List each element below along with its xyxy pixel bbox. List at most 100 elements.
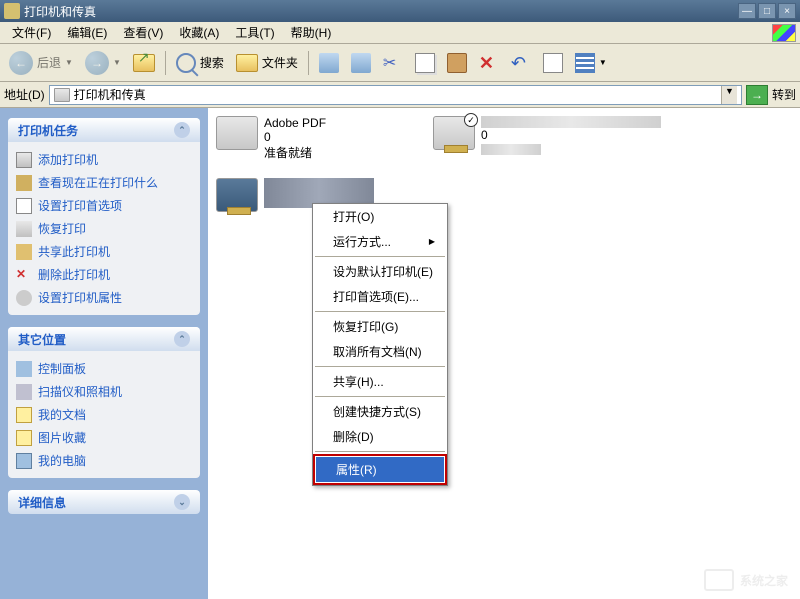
undo-button[interactable]: ↶ — [506, 48, 536, 78]
move-to-button[interactable] — [314, 48, 344, 78]
ctx-delete[interactable]: 删除(D) — [313, 424, 447, 449]
task-view-queue[interactable]: 查看现在正在打印什么 — [16, 171, 192, 194]
ctx-set-default[interactable]: 设为默认打印机(E) — [313, 259, 447, 284]
menu-bar: 文件(F) 编辑(E) 查看(V) 收藏(A) 工具(T) 帮助(H) — [0, 22, 800, 44]
forward-dropdown-icon: ▼ — [113, 58, 121, 67]
printer-small-icon — [54, 88, 70, 102]
printer-item[interactable]: ✓ 0 — [433, 116, 661, 155]
ctx-properties[interactable]: 属性(R) — [316, 457, 444, 482]
submenu-arrow-icon: ▶ — [429, 237, 435, 246]
ctx-resume[interactable]: 恢复打印(G) — [313, 314, 447, 339]
printer-tasks-header[interactable]: 打印机任务 ⌃ — [8, 118, 200, 142]
control-panel-icon — [16, 361, 32, 377]
address-dropdown-icon[interactable]: ▼ — [721, 86, 737, 104]
task-delete[interactable]: ✕删除此打印机 — [16, 263, 192, 286]
panel-title: 详细信息 — [18, 494, 66, 511]
delete-button[interactable]: ✕ — [474, 48, 504, 78]
folders-label: 文件夹 — [262, 54, 298, 71]
go-label: 转到 — [772, 86, 796, 103]
properties-button[interactable] — [538, 48, 568, 78]
wrench-icon — [16, 290, 32, 306]
menu-view[interactable]: 查看(V) — [115, 22, 171, 43]
context-menu: 打开(O) 运行方式...▶ 设为默认打印机(E) 打印首选项(E)... 恢复… — [312, 203, 448, 486]
menu-edit[interactable]: 编辑(E) — [59, 22, 115, 43]
menu-tools[interactable]: 工具(T) — [227, 22, 282, 43]
delete-x-icon: ✕ — [479, 53, 499, 73]
ctx-share[interactable]: 共享(H)... — [313, 369, 447, 394]
delete-red-x-icon: ✕ — [16, 267, 32, 283]
ctx-separator — [315, 366, 445, 367]
computer-icon — [16, 453, 32, 469]
place-pictures[interactable]: 图片收藏 — [16, 426, 192, 449]
scissors-icon: ✂ — [383, 53, 403, 73]
ctx-separator — [315, 396, 445, 397]
copy-to-icon — [351, 53, 371, 73]
place-documents[interactable]: 我的文档 — [16, 403, 192, 426]
expand-chevron-icon: ⌄ — [174, 494, 190, 510]
copy-icon — [415, 53, 435, 73]
search-button[interactable]: 搜索 — [171, 48, 229, 78]
menu-help[interactable]: 帮助(H) — [283, 22, 340, 43]
add-printer-icon — [16, 152, 32, 168]
cut-button[interactable]: ✂ — [378, 48, 408, 78]
up-folder-icon: ↗ — [133, 54, 155, 72]
copy-button[interactable] — [410, 48, 440, 78]
watermark-icon — [704, 569, 734, 591]
forward-arrow-icon: → — [85, 51, 109, 75]
windows-flag-icon — [772, 24, 796, 42]
panel-title: 打印机任务 — [18, 122, 78, 139]
undo-icon: ↶ — [511, 53, 531, 73]
back-dropdown-icon: ▼ — [65, 58, 73, 67]
task-preferences[interactable]: 设置打印首选项 — [16, 194, 192, 217]
place-computer[interactable]: 我的电脑 — [16, 449, 192, 472]
task-share[interactable]: 共享此打印机 — [16, 240, 192, 263]
address-value: 打印机和传真 — [74, 86, 717, 103]
printer-item[interactable]: Adobe PDF 0 准备就绪 — [216, 116, 326, 161]
toolbar-separator — [308, 51, 309, 75]
address-label: 地址(D) — [4, 86, 45, 103]
paste-button[interactable] — [442, 48, 472, 78]
folders-button[interactable]: 文件夹 — [231, 48, 303, 78]
details-panel: 详细信息 ⌄ — [8, 490, 200, 514]
toolbar: ← 后退 ▼ → ▼ ↗ 搜索 文件夹 ✂ ✕ ↶ ▼ — [0, 44, 800, 82]
title-bar: 打印机和传真 — □ × — [0, 0, 800, 22]
sidebar: 打印机任务 ⌃ 添加打印机 查看现在正在打印什么 设置打印首选项 恢复打印 共享… — [0, 108, 208, 599]
details-header[interactable]: 详细信息 ⌄ — [8, 490, 200, 514]
ctx-cancel-all[interactable]: 取消所有文档(N) — [313, 339, 447, 364]
minimize-button[interactable]: — — [738, 3, 756, 19]
task-resume[interactable]: 恢复打印 — [16, 217, 192, 240]
panel-title: 其它位置 — [18, 331, 66, 348]
address-input[interactable]: 打印机和传真 ▼ — [49, 85, 742, 105]
forward-button[interactable]: → ▼ — [80, 48, 126, 78]
task-add-printer[interactable]: 添加打印机 — [16, 148, 192, 171]
default-check-icon: ✓ — [464, 113, 478, 127]
ctx-open[interactable]: 打开(O) — [313, 204, 447, 229]
other-places-header[interactable]: 其它位置 ⌃ — [8, 327, 200, 351]
task-properties[interactable]: 设置打印机属性 — [16, 286, 192, 309]
place-control-panel[interactable]: 控制面板 — [16, 357, 192, 380]
address-bar: 地址(D) 打印机和传真 ▼ → 转到 — [0, 82, 800, 108]
main-content: Adobe PDF 0 准备就绪 ✓ 0 打开(O) 运行方式...▶ 设为默认… — [208, 108, 800, 599]
copy-to-button[interactable] — [346, 48, 376, 78]
properties-icon — [543, 53, 563, 73]
up-button[interactable]: ↗ — [128, 48, 160, 78]
back-button[interactable]: ← 后退 ▼ — [4, 48, 78, 78]
ctx-preferences[interactable]: 打印首选项(E)... — [313, 284, 447, 309]
search-icon — [176, 53, 196, 73]
go-button[interactable]: → — [746, 85, 768, 105]
other-places-panel: 其它位置 ⌃ 控制面板 扫描仪和照相机 我的文档 图片收藏 我的电脑 — [8, 327, 200, 478]
maximize-button[interactable]: □ — [758, 3, 776, 19]
close-button[interactable]: × — [778, 3, 796, 19]
menu-favorites[interactable]: 收藏(A) — [171, 22, 227, 43]
pictures-icon — [16, 430, 32, 446]
place-scanners[interactable]: 扫描仪和照相机 — [16, 380, 192, 403]
back-label: 后退 — [37, 54, 61, 71]
back-arrow-icon: ← — [9, 51, 33, 75]
scanner-icon — [16, 384, 32, 400]
ctx-separator — [315, 256, 445, 257]
views-button[interactable]: ▼ — [570, 48, 612, 78]
ctx-shortcut[interactable]: 创建快捷方式(S) — [313, 399, 447, 424]
clipboard-icon — [447, 53, 467, 73]
menu-file[interactable]: 文件(F) — [4, 22, 59, 43]
ctx-runas[interactable]: 运行方式...▶ — [313, 229, 447, 254]
